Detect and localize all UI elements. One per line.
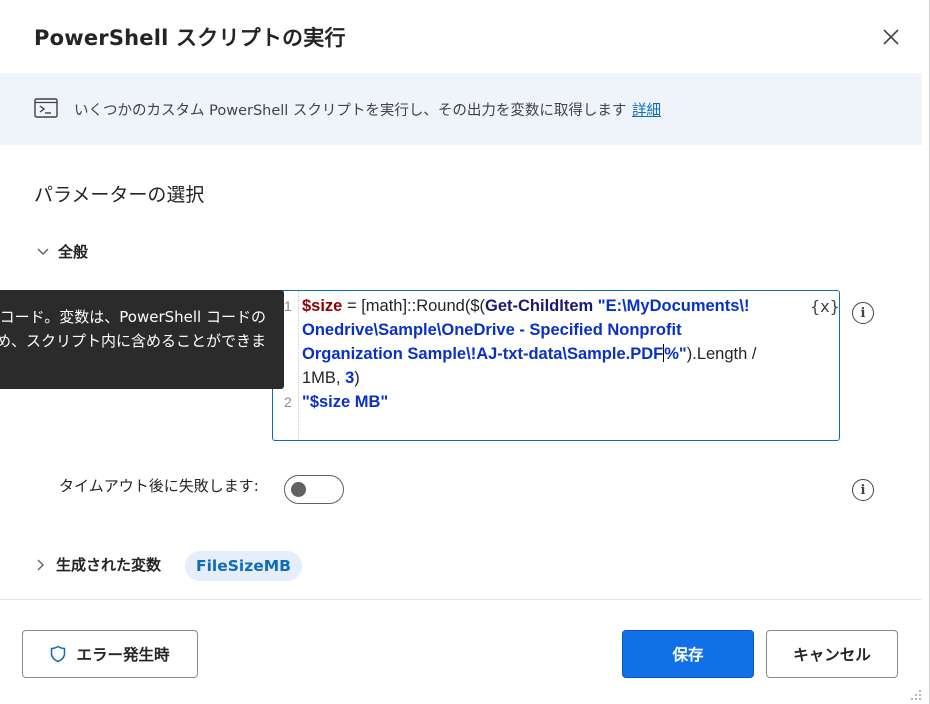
insert-variable-button[interactable]: {x}: [810, 297, 840, 316]
footer-divider: [0, 599, 922, 600]
tooltip-line-2: ため、スクリプト内に含めることができま: [0, 332, 266, 350]
powershell-icon: [34, 98, 58, 118]
close-icon: [883, 29, 899, 45]
code-line: Organization Sample\!AJ-txt-data\Sample.…: [302, 342, 802, 366]
chevron-down-icon: [37, 248, 49, 255]
code-line: $size = [math]::Round($(Get-ChildItem "E…: [302, 294, 802, 318]
code-line: 1MB, 3): [302, 366, 802, 390]
chevron-right-icon: [37, 559, 44, 570]
tooltip-line-1: ll コード。変数は、PowerShell コードの: [0, 308, 266, 326]
code-string: %": [664, 345, 687, 363]
code-editor[interactable]: 1 2 $size = [math]::Round($(Get-ChildIte…: [272, 290, 840, 441]
code-math: [math]::Round($(: [361, 297, 485, 315]
code-content[interactable]: $size = [math]::Round($(Get-ChildItem "E…: [302, 294, 802, 414]
learn-more-link[interactable]: 詳細: [632, 99, 661, 120]
code-number: 3: [345, 369, 355, 387]
code-text: ).Length /: [686, 345, 757, 363]
line-number: 2: [284, 394, 292, 410]
powershell-dialog: PowerShell スクリプトの実行 いくつかのカスタム PowerShell…: [0, 0, 930, 704]
close-button[interactable]: [876, 22, 906, 52]
code-string: "$size MB": [302, 393, 389, 411]
dialog-title: PowerShell スクリプトの実行: [34, 26, 346, 50]
line-number: 1: [284, 298, 292, 314]
code-operator: =: [342, 297, 362, 315]
on-error-button[interactable]: エラー発生時: [22, 630, 198, 678]
on-error-label: エラー発生時: [76, 646, 170, 664]
shield-icon: [51, 645, 66, 663]
general-section-toggle[interactable]: 全般: [36, 241, 88, 262]
toggle-knob: [291, 482, 306, 497]
section-title: パラメーターの選択: [34, 184, 205, 206]
code-text: 1MB,: [302, 369, 346, 387]
code-string: "E:\MyDocuments\!: [593, 297, 750, 315]
general-label: 全般: [58, 243, 89, 261]
code-cmdlet: Get-ChildItem: [485, 297, 594, 315]
info-text: いくつかのカスタム PowerShell スクリプトを実行し、その出力を変数に取…: [74, 103, 627, 119]
resize-grip-icon[interactable]: [909, 688, 923, 702]
code-string: Organization Sample\!AJ-txt-data\Sample.…: [302, 345, 664, 363]
code-variable: $size: [302, 297, 343, 315]
cancel-button[interactable]: キャンセル: [766, 630, 898, 678]
code-string: Onedrive\Sample\OneDrive - Specified Non…: [302, 321, 682, 339]
info-icon[interactable]: i: [852, 302, 874, 324]
timeout-label: タイムアウト後に失敗します:: [59, 477, 259, 495]
code-text: ): [354, 369, 360, 387]
generated-variables-label: 生成された変数: [56, 556, 162, 574]
generated-variables-toggle[interactable]: 生成された変数: [36, 554, 165, 575]
code-line: Onedrive\Sample\OneDrive - Specified Non…: [302, 318, 802, 342]
save-button[interactable]: 保存: [622, 630, 754, 678]
variable-chip[interactable]: FileSizeMB: [185, 551, 302, 581]
code-line: "$size MB": [302, 390, 802, 414]
info-bar: いくつかのカスタム PowerShell スクリプトを実行し、その出力を変数に取…: [0, 73, 922, 145]
tooltip: ll コード。変数は、PowerShell コードの ため、スクリプト内に含める…: [0, 290, 284, 389]
timeout-toggle[interactable]: [284, 475, 344, 504]
info-icon[interactable]: i: [852, 479, 874, 501]
